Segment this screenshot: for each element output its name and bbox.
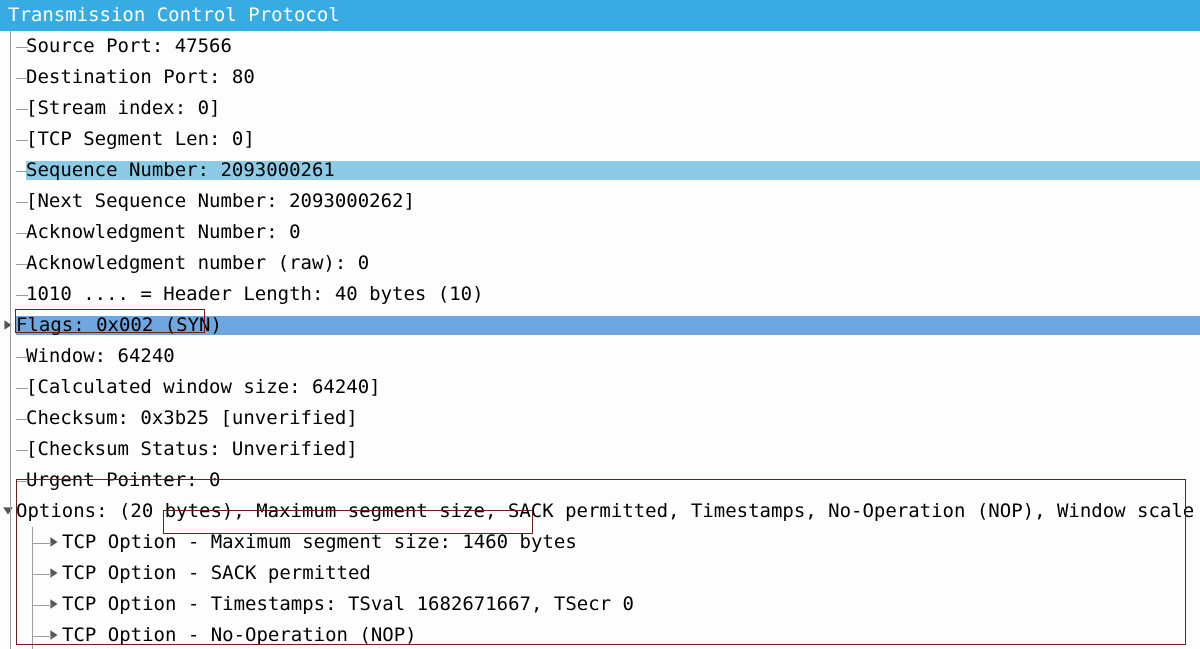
option-mss-expandable[interactable]: TCP Option - Maximum segment size: 1460 … <box>0 527 1200 558</box>
tcp-protocol-header[interactable]: Transmission Control Protocol <box>0 0 1200 31</box>
field-window[interactable]: Window: 64240 <box>0 341 1200 372</box>
field-text: [Next Sequence Number: 2093000262] <box>26 192 415 211</box>
field-text: Checksum: 0x3b25 [unverified] <box>26 409 358 428</box>
tcp-options-branch: TCP Option - Maximum segment size: 1460 … <box>0 527 1200 649</box>
field-text: [Calculated window size: 64240] <box>26 378 381 397</box>
field-urgent-pointer[interactable]: Urgent Pointer: 0 <box>0 465 1200 496</box>
tcp-fields-branch: Source Port: 47566 Destination Port: 80 … <box>0 31 1200 649</box>
option-text: TCP Option - Maximum segment size: 1460 … <box>62 533 577 552</box>
field-header-length[interactable]: 1010 .... = Header Length: 40 bytes (10) <box>0 279 1200 310</box>
field-destination-port[interactable]: Destination Port: 80 <box>0 62 1200 93</box>
field-text: [Checksum Status: Unverified] <box>26 440 358 459</box>
option-text: TCP Option - SACK permitted <box>62 564 371 583</box>
field-text: Urgent Pointer: 0 <box>26 471 220 490</box>
field-next-sequence[interactable]: [Next Sequence Number: 2093000262] <box>0 186 1200 217</box>
field-text: Acknowledgment number (raw): 0 <box>26 254 369 273</box>
option-nop-expandable[interactable]: TCP Option - No-Operation (NOP) <box>0 620 1200 649</box>
field-options-expandable[interactable]: Options: (20 bytes), Maximum segment siz… <box>0 496 1200 527</box>
field-text: Destination Port: 80 <box>26 68 255 87</box>
field-text: Flags: 0x002 (SYN) <box>16 314 222 336</box>
option-text: TCP Option - Timestamps: TSval 168267166… <box>62 595 634 614</box>
field-flags-expandable[interactable]: Flags: 0x002 (SYN) <box>0 310 1200 341</box>
packet-details-tree: Transmission Control Protocol Source Por… <box>0 0 1200 649</box>
chevron-down-icon[interactable] <box>2 502 16 521</box>
field-text: Sequence Number: 2093000261 <box>26 159 335 181</box>
field-segment-len[interactable]: [TCP Segment Len: 0] <box>0 124 1200 155</box>
option-text: TCP Option - No-Operation (NOP) <box>62 626 417 645</box>
field-text: [Stream index: 0] <box>26 99 220 118</box>
field-checksum[interactable]: Checksum: 0x3b25 [unverified] <box>0 403 1200 434</box>
header-title: Transmission Control Protocol <box>8 6 340 25</box>
field-text: Window: 64240 <box>26 347 175 366</box>
field-stream-index[interactable]: [Stream index: 0] <box>0 93 1200 124</box>
field-source-port[interactable]: Source Port: 47566 <box>0 31 1200 62</box>
field-sequence-number[interactable]: Sequence Number: 2093000261 <box>0 155 1200 186</box>
field-text: Source Port: 47566 <box>26 37 232 56</box>
field-text: [TCP Segment Len: 0] <box>26 130 255 149</box>
field-calc-window[interactable]: [Calculated window size: 64240] <box>0 372 1200 403</box>
field-text: Acknowledgment Number: 0 <box>26 223 301 242</box>
option-sack-expandable[interactable]: TCP Option - SACK permitted <box>0 558 1200 589</box>
chevron-right-icon[interactable] <box>2 316 16 335</box>
field-ack-raw[interactable]: Acknowledgment number (raw): 0 <box>0 248 1200 279</box>
option-timestamps-expandable[interactable]: TCP Option - Timestamps: TSval 168267166… <box>0 589 1200 620</box>
field-text: Options: (20 bytes), Maximum segment siz… <box>16 502 1194 521</box>
field-checksum-status[interactable]: [Checksum Status: Unverified] <box>0 434 1200 465</box>
field-ack-number[interactable]: Acknowledgment Number: 0 <box>0 217 1200 248</box>
field-text: 1010 .... = Header Length: 40 bytes (10) <box>26 285 484 304</box>
